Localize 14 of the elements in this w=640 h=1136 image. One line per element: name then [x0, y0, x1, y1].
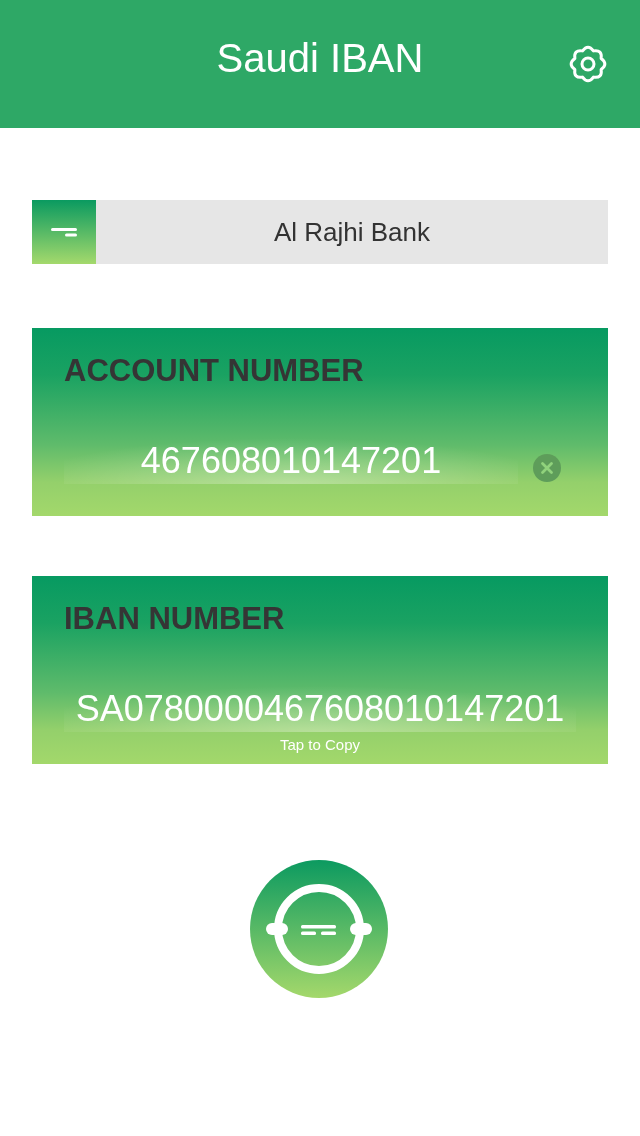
card-label: IBAN NUMBER: [64, 602, 286, 636]
app-title: Saudi IBAN: [216, 35, 424, 82]
account-number-field[interactable]: 467608010147201: [64, 438, 518, 484]
bank-list-button[interactable]: [32, 200, 96, 264]
clear-button[interactable]: [533, 454, 561, 482]
settings-icon: [569, 45, 607, 83]
bank-select-field[interactable]: Al Rajhi Bank: [96, 200, 608, 264]
clear-icon: [533, 454, 561, 482]
lines-icon: [51, 227, 77, 237]
card-label: ACCOUNT NUMBER: [64, 354, 365, 388]
ring-icon: [266, 883, 372, 975]
settings-button[interactable]: [569, 45, 607, 83]
iban-value[interactable]: SA0780000467608010147201: [64, 686, 576, 732]
copy-hint: Tap to Copy: [279, 736, 360, 754]
